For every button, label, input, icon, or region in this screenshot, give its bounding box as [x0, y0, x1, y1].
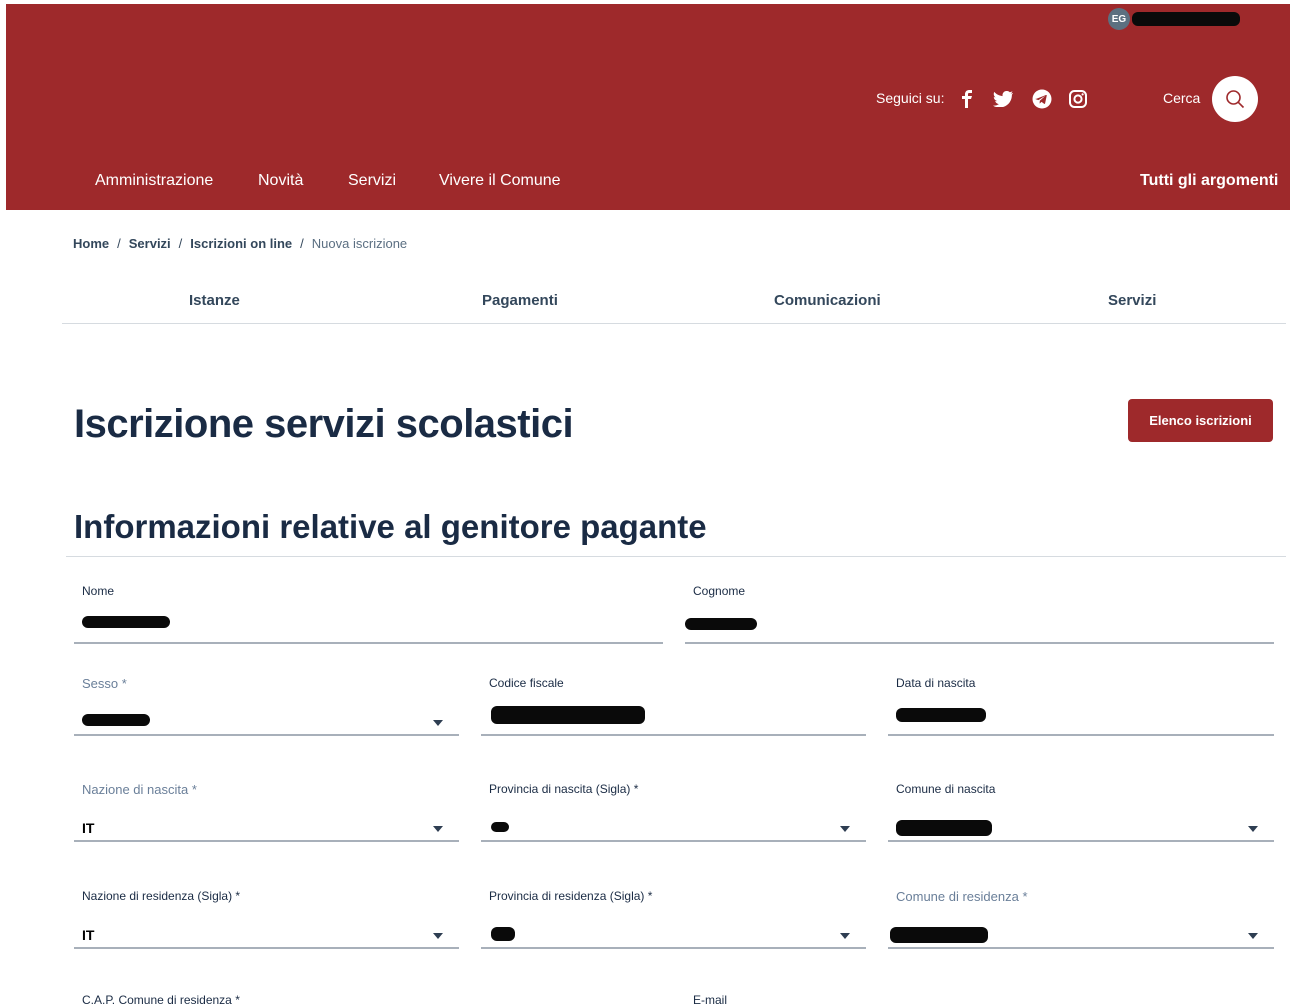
cognome-label: Cognome — [693, 584, 746, 598]
search-icon — [1226, 90, 1245, 109]
user-name-redacted[interactable] — [1132, 12, 1240, 26]
breadcrumb-separator: / — [117, 236, 121, 251]
email-label: E-mail — [693, 993, 728, 1004]
provincia-residenza-select[interactable]: Provincia di residenza (Sigla) * — [481, 885, 866, 951]
page-title: Iscrizione servizi scolastici — [74, 402, 574, 446]
nav-item-amministrazione[interactable]: Amministrazione — [95, 172, 213, 190]
search-label: Cerca — [1163, 90, 1201, 106]
elenco-iscrizioni-button[interactable]: Elenco iscrizioni — [1128, 399, 1273, 442]
cognome-field[interactable]: Cognome — [685, 580, 1274, 646]
field-underline — [481, 840, 866, 842]
chevron-down-icon[interactable] — [1248, 933, 1258, 939]
breadcrumb-separator: / — [178, 236, 183, 251]
tab-comunicazioni[interactable]: Comunicazioni — [774, 292, 881, 309]
comune-nascita-value-redacted — [896, 820, 992, 836]
cap-field[interactable]: C.A.P. Comune di residenza * — [74, 991, 663, 1004]
tab-pagamenti[interactable]: Pagamenti — [482, 292, 558, 309]
comune-nascita-label: Comune di nascita — [896, 782, 996, 796]
section-divider — [66, 556, 1286, 557]
user-avatar[interactable]: EG — [1108, 8, 1130, 30]
nome-value-redacted — [82, 616, 170, 628]
codice-fiscale-field[interactable]: Codice fiscale — [481, 672, 866, 738]
data-nascita-field[interactable]: Data di nascita — [888, 672, 1274, 738]
provincia-nascita-value-redacted — [491, 822, 509, 832]
twitter-icon[interactable] — [992, 88, 1014, 110]
sesso-value-redacted — [82, 714, 150, 726]
provincia-nascita-select[interactable]: Provincia di nascita (Sigla) * — [481, 778, 866, 844]
nazione-nascita-select[interactable]: Nazione di nascita * IT — [74, 778, 459, 844]
nav-item-vivere-il-comune[interactable]: Vivere il Comune — [439, 172, 561, 190]
breadcrumb-home[interactable]: Home — [73, 236, 109, 251]
nazione-residenza-value: IT — [82, 927, 95, 943]
comune-residenza-select[interactable]: Comune di residenza * — [888, 885, 1274, 951]
nav-item-tutti-gli-argomenti[interactable]: Tutti gli argomenti — [1140, 172, 1278, 190]
field-underline — [888, 734, 1274, 736]
comune-residenza-label: Comune di residenza * — [896, 889, 1028, 904]
comune-nascita-select[interactable]: Comune di nascita — [888, 778, 1274, 844]
follow-label: Seguici su: — [876, 90, 945, 106]
field-underline — [685, 642, 1274, 644]
nome-field[interactable]: Nome — [74, 580, 663, 646]
cognome-value-redacted — [685, 618, 757, 630]
search-button[interactable] — [1212, 76, 1258, 122]
provincia-residenza-label: Provincia di residenza (Sigla) * — [489, 889, 653, 903]
nav-item-novita[interactable]: Novità — [258, 172, 303, 190]
field-underline — [74, 734, 459, 736]
chevron-down-icon[interactable] — [840, 826, 850, 832]
field-underline — [74, 642, 663, 644]
chevron-down-icon[interactable] — [433, 720, 443, 726]
nazione-nascita-value: IT — [82, 820, 95, 836]
chevron-down-icon[interactable] — [840, 933, 850, 939]
comune-residenza-value-redacted — [890, 927, 988, 943]
facebook-icon[interactable] — [956, 88, 978, 110]
provincia-residenza-value-redacted — [491, 927, 515, 941]
codice-fiscale-label: Codice fiscale — [489, 676, 564, 690]
service-tabs: Istanze Pagamenti Comunicazioni Servizi — [62, 282, 1286, 324]
tab-servizi[interactable]: Servizi — [1108, 292, 1156, 309]
data-nascita-value-redacted — [896, 708, 986, 722]
nazione-residenza-select[interactable]: Nazione di residenza (Sigla) * IT — [74, 885, 459, 951]
sesso-select[interactable]: Sesso * — [74, 672, 459, 738]
email-field[interactable]: E-mail — [685, 991, 1274, 1004]
data-nascita-label: Data di nascita — [896, 676, 976, 690]
sesso-label: Sesso * — [82, 676, 127, 691]
main-nav: Amministrazione Novità Servizi Vivere il… — [6, 168, 1290, 198]
nome-label: Nome — [82, 584, 115, 598]
instagram-icon[interactable] — [1067, 88, 1089, 110]
breadcrumb-iscrizioni-on-line[interactable]: Iscrizioni on line — [190, 236, 292, 251]
field-underline — [481, 947, 866, 949]
codice-fiscale-value-redacted — [491, 706, 645, 724]
field-underline — [74, 840, 459, 842]
chevron-down-icon[interactable] — [433, 933, 443, 939]
section-title: Informazioni relative al genitore pagant… — [74, 508, 707, 545]
provincia-nascita-label: Provincia di nascita (Sigla) * — [489, 782, 639, 796]
cap-label: C.A.P. Comune di residenza * — [82, 993, 240, 1004]
breadcrumb-servizi[interactable]: Servizi — [129, 236, 171, 251]
breadcrumb-current: Nuova iscrizione — [311, 236, 408, 251]
field-underline — [888, 947, 1274, 949]
nazione-nascita-label: Nazione di nascita * — [82, 782, 197, 797]
tab-istanze[interactable]: Istanze — [189, 292, 240, 309]
field-underline — [888, 840, 1274, 842]
chevron-down-icon[interactable] — [1248, 826, 1258, 832]
field-underline — [74, 947, 459, 949]
breadcrumb-separator: / — [300, 236, 304, 251]
chevron-down-icon[interactable] — [433, 826, 443, 832]
nav-item-servizi[interactable]: Servizi — [348, 172, 396, 190]
breadcrumb: Home / Servizi / Iscrizioni on line / Nu… — [73, 236, 407, 251]
site-header: EG Seguici su: Cerca Amministrazione Nov… — [6, 4, 1290, 210]
telegram-icon[interactable] — [1031, 88, 1053, 110]
field-underline — [481, 734, 866, 736]
nazione-residenza-label: Nazione di residenza (Sigla) * — [82, 889, 241, 903]
